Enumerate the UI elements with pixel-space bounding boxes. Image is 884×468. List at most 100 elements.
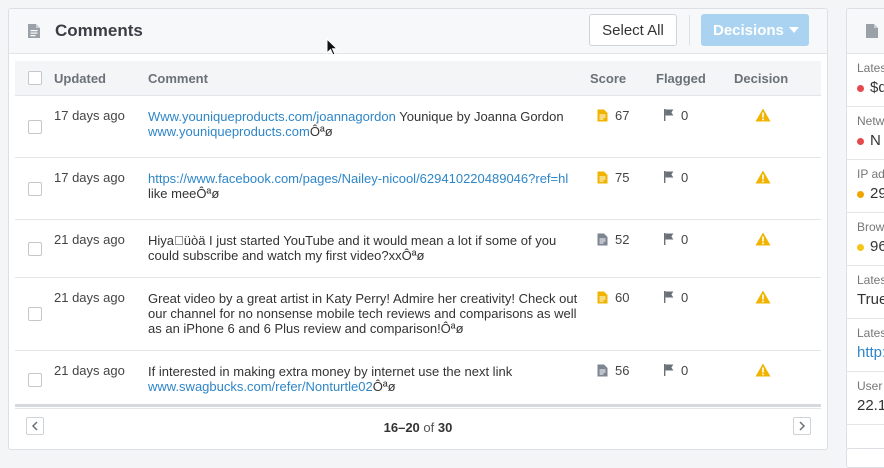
row-checkbox[interactable] bbox=[28, 372, 42, 387]
side-panel-item: Lates http: bbox=[847, 319, 884, 372]
comments-table: Updated Comment Score Flagged Decision 1… bbox=[15, 61, 821, 409]
status-dot-icon bbox=[857, 137, 864, 145]
side-item-value: N bbox=[857, 132, 881, 149]
flagged-count: 0 bbox=[681, 170, 689, 185]
updated-cell: 21 days ago bbox=[54, 290, 125, 305]
column-flagged[interactable]: Flagged bbox=[656, 71, 706, 86]
table-body: 17 days ago Www.youniqueproducts.com/joan… bbox=[15, 96, 821, 409]
table-row[interactable]: 21 days ago Great video by a great artist… bbox=[15, 278, 821, 351]
column-score[interactable]: Score bbox=[590, 71, 626, 86]
side-item-value: $d bbox=[857, 79, 884, 96]
side-panel-item: User 22.1 bbox=[847, 372, 884, 425]
flagged-count: 0 bbox=[681, 363, 689, 378]
comment-text: If interested in making extra money by i… bbox=[148, 364, 513, 379]
details-side-panel: Lates $d Netw N IP ad 29 Brow 96 Lates True Lates h… bbox=[846, 8, 884, 450]
side-item-label: Lates bbox=[857, 61, 884, 75]
warning-icon[interactable] bbox=[755, 108, 771, 125]
table-header: Updated Comment Score Flagged Decision bbox=[15, 61, 821, 96]
comment-text: like meeÔªø bbox=[148, 186, 220, 201]
warning-icon[interactable] bbox=[755, 232, 771, 249]
side-item-value: 22.1 bbox=[857, 397, 884, 414]
horizontal-scrollbar[interactable] bbox=[15, 404, 821, 407]
side-item-value-text: $d bbox=[870, 79, 884, 96]
side-item-label: IP ad bbox=[857, 167, 884, 181]
document-icon bbox=[865, 23, 879, 44]
column-updated[interactable]: Updated bbox=[54, 71, 106, 86]
column-decision[interactable]: Decision bbox=[734, 71, 788, 86]
panel-header: Comments Select All Decisions bbox=[9, 9, 827, 54]
side-item-value: 29 bbox=[857, 185, 884, 202]
side-panel-item: Lates $d bbox=[847, 54, 884, 107]
comment-text: Ôªø bbox=[372, 379, 396, 394]
side-item-value: 96 bbox=[857, 238, 884, 255]
chevron-right-icon bbox=[799, 421, 806, 431]
side-panel-item: Netw N bbox=[847, 107, 884, 160]
updated-cell: 17 days ago bbox=[54, 170, 125, 185]
side-panel-item: IP ad 29 bbox=[847, 160, 884, 213]
side-item-value-text: N bbox=[870, 132, 881, 149]
comment-text: Hiyaüòä I just started YouTube and it w… bbox=[148, 233, 556, 263]
select-all-checkbox[interactable] bbox=[28, 71, 42, 85]
table-row[interactable]: 17 days ago Www.youniqueproducts.com/joan… bbox=[15, 96, 821, 158]
comment-link[interactable]: www.youniqueproducts.com bbox=[148, 124, 310, 139]
page-range-text: 16–20 of 30 bbox=[15, 420, 821, 435]
flagged-count: 0 bbox=[681, 232, 689, 247]
warning-icon[interactable] bbox=[755, 363, 771, 380]
pagination: 16–20 of 30 bbox=[15, 413, 821, 441]
score-value: 60 bbox=[615, 290, 630, 305]
comment-cell: Www.youniqueproducts.com/joannagordon Yo… bbox=[148, 109, 578, 139]
comment-text: Great video by a great artist in Katy Pe… bbox=[148, 291, 578, 336]
header-divider bbox=[689, 15, 690, 45]
side-item-value[interactable]: http: bbox=[857, 344, 884, 361]
side-panel-header bbox=[847, 9, 884, 54]
decisions-button[interactable]: Decisions bbox=[701, 14, 809, 46]
side-panel-item: Brow 96 bbox=[847, 213, 884, 266]
warning-icon[interactable] bbox=[755, 170, 771, 187]
comment-cell: Hiyaüòä I just started YouTube and it w… bbox=[148, 233, 578, 263]
side-item-value-text: http: bbox=[857, 344, 884, 361]
side-item-label: Brow bbox=[857, 220, 884, 234]
row-checkbox[interactable] bbox=[28, 307, 42, 321]
comment-text: Younique by Joanna Gordon bbox=[395, 109, 564, 124]
panel-title: Comments bbox=[55, 21, 143, 40]
table-row[interactable]: 21 days ago If interested in making extra… bbox=[15, 351, 821, 409]
comment-cell: If interested in making extra money by i… bbox=[148, 364, 578, 394]
comment-link[interactable]: Www.youniqueproducts.com/joannagordon bbox=[148, 109, 396, 124]
status-dot-icon bbox=[857, 190, 864, 198]
table-row[interactable]: 17 days ago https://www.facebook.com/page… bbox=[15, 158, 821, 220]
page-of-label: of bbox=[423, 420, 435, 435]
row-checkbox[interactable] bbox=[28, 119, 42, 134]
side-panel-items: Lates $d Netw N IP ad 29 Brow 96 Lates True Lates h… bbox=[847, 54, 884, 425]
side-panel-item: Lates True bbox=[847, 266, 884, 319]
status-dot-icon bbox=[857, 84, 864, 92]
comment-link[interactable]: https://www.facebook.com/pages/Nailey-ni… bbox=[148, 171, 568, 186]
score-value: 75 bbox=[615, 170, 630, 185]
row-checkbox[interactable] bbox=[28, 241, 42, 256]
mouse-cursor-icon bbox=[326, 37, 339, 61]
score-value: 52 bbox=[615, 232, 630, 247]
comments-panel: Comments Select All Decisions Updated Co… bbox=[8, 8, 828, 450]
comment-text: Ôªø bbox=[309, 124, 333, 139]
side-item-value-text: True bbox=[857, 291, 884, 308]
flagged-count: 0 bbox=[681, 290, 689, 305]
updated-cell: 17 days ago bbox=[54, 108, 125, 123]
side-item-label: Lates bbox=[857, 326, 884, 340]
flagged-count: 0 bbox=[681, 108, 689, 123]
updated-cell: 21 days ago bbox=[54, 232, 125, 247]
side-item-label: Netw bbox=[857, 114, 884, 128]
side-item-label: Lates bbox=[857, 273, 884, 287]
warning-icon[interactable] bbox=[755, 290, 771, 307]
side-item-value-text: 22.1 bbox=[857, 397, 884, 414]
decisions-label: Decisions bbox=[713, 21, 784, 39]
row-checkbox[interactable] bbox=[28, 181, 42, 196]
document-icon bbox=[27, 23, 41, 44]
comment-link[interactable]: www.swagbucks.com/refer/Nonturtle02 bbox=[148, 379, 373, 394]
select-all-button[interactable]: Select All bbox=[589, 14, 677, 46]
side-item-value-text: 29 bbox=[870, 185, 884, 202]
chevron-down-icon bbox=[789, 27, 799, 33]
column-comment[interactable]: Comment bbox=[148, 71, 208, 86]
next-page-button[interactable] bbox=[793, 417, 811, 435]
table-row[interactable]: 21 days ago Hiyaüòä I just started YouTu… bbox=[15, 220, 821, 278]
comment-cell: Great video by a great artist in Katy Pe… bbox=[148, 291, 578, 336]
score-value: 56 bbox=[615, 363, 630, 378]
